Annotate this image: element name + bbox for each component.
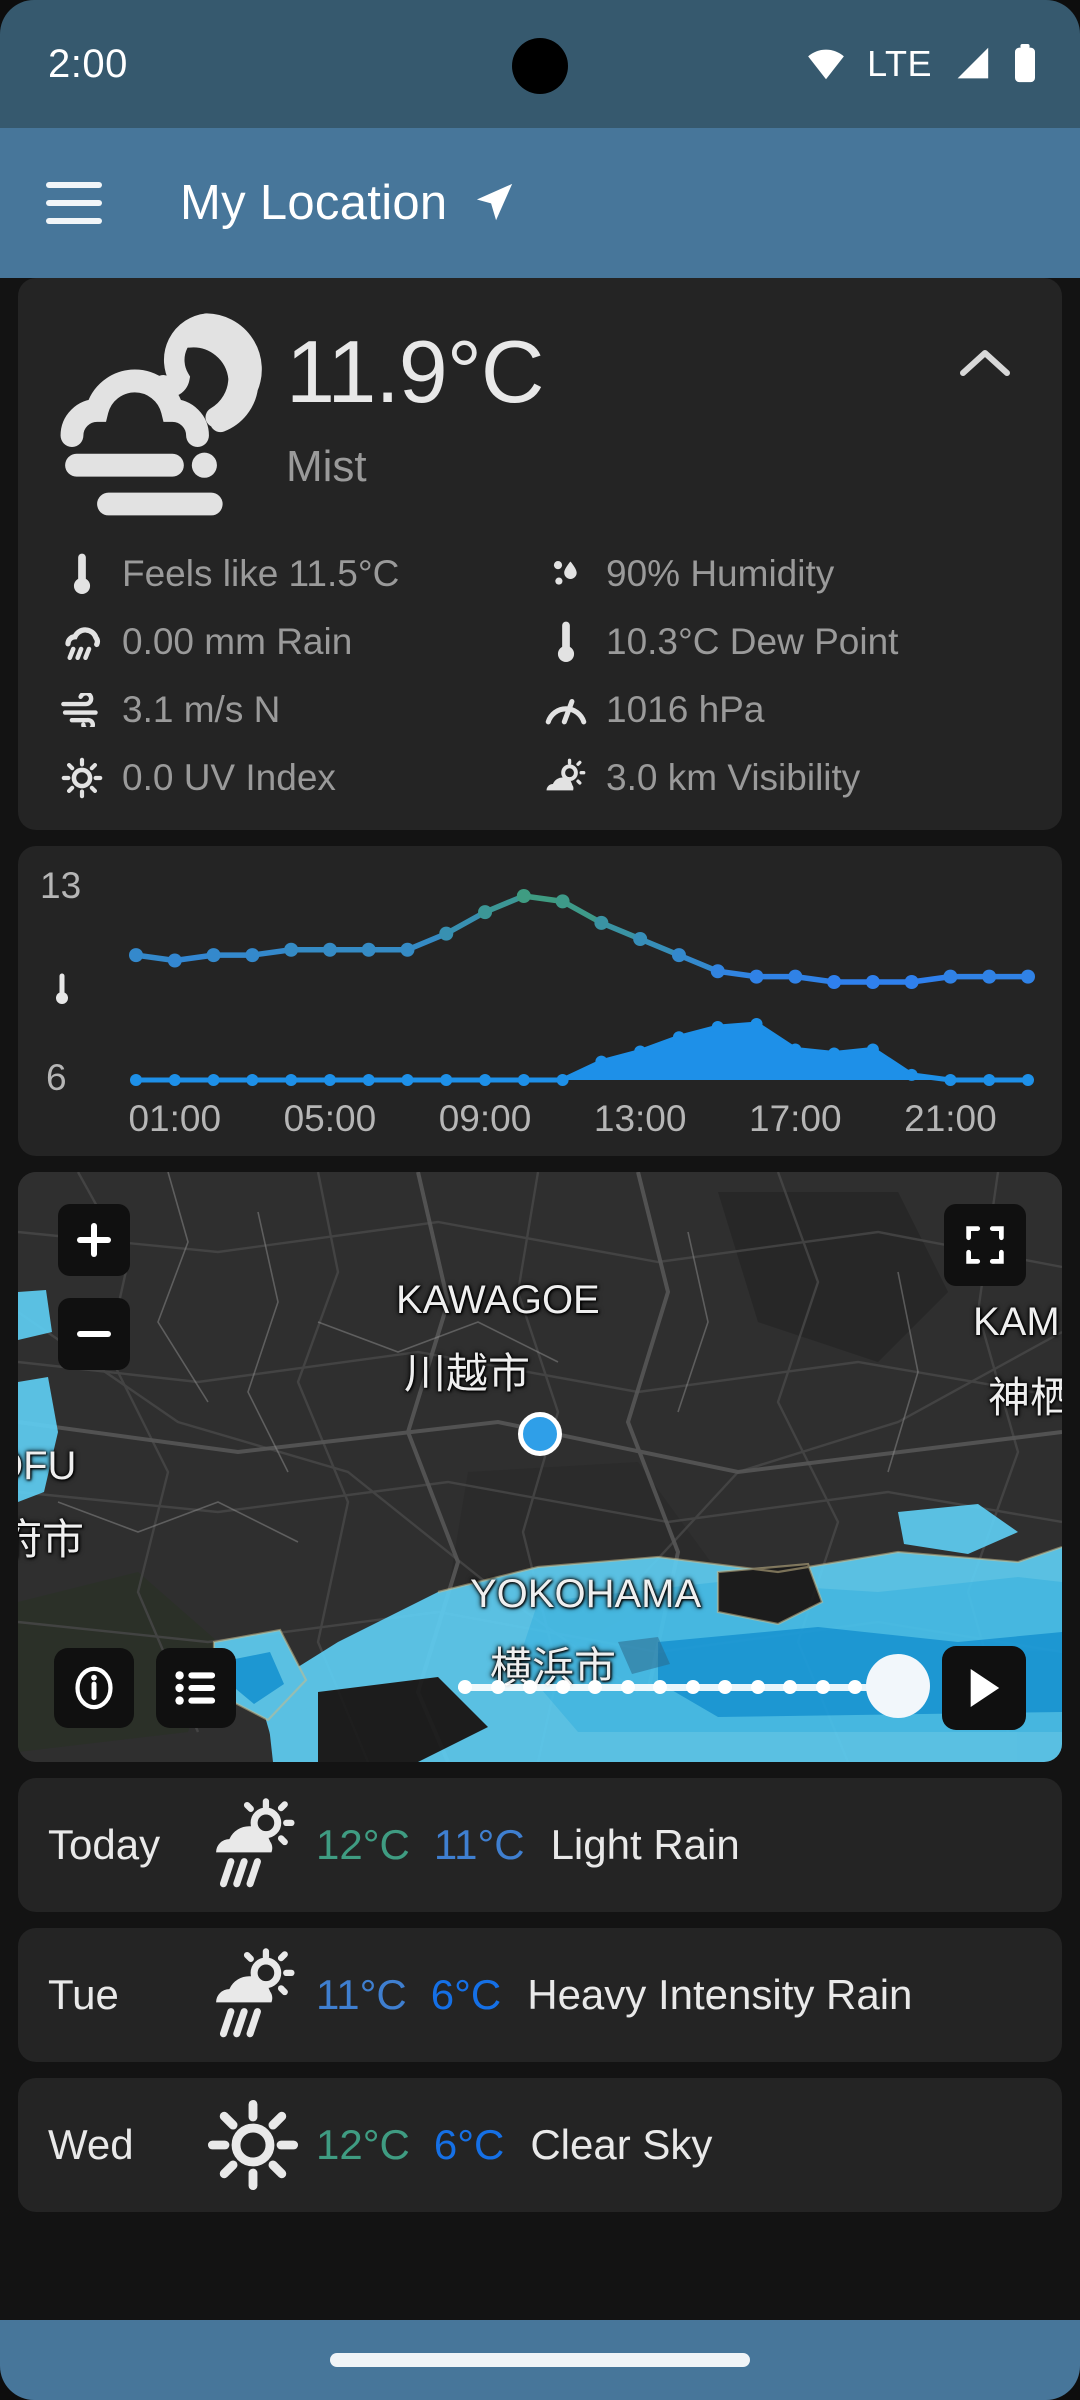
detail-dew-point: 10.3°C Dew Point <box>540 610 1024 674</box>
page-title: My Location <box>180 176 448 230</box>
detail-label: 3.0 km Visibility <box>606 757 861 798</box>
current-temperature: 11.9°C <box>286 322 544 421</box>
forecast-high: 12°C <box>316 2121 410 2168</box>
current-details-grid: Feels like 11.5°C 90% Humidity 0.00 mm R… <box>18 530 1062 814</box>
sun-rain-cloud-icon <box>198 1797 308 1893</box>
detail-label: 3.1 m/s N <box>122 689 281 730</box>
detail-label: 90% Humidity <box>606 553 835 594</box>
wind-icon <box>56 684 108 736</box>
chart-x-tick: 09:00 <box>439 1098 532 1139</box>
forecast-day: Wed <box>48 2121 134 2168</box>
signal-icon <box>952 46 992 82</box>
chevron-up-icon[interactable] <box>954 332 1016 394</box>
current-readout: 11.9°C Mist <box>286 300 544 492</box>
chart-y-min-label: 6 <box>46 1057 67 1098</box>
hourly-chart: 13 6 01:00 05:00 09:00 13:00 17:00 21:00 <box>40 865 1035 1139</box>
map-zoom-in-button[interactable] <box>58 1204 130 1276</box>
info-icon[interactable] <box>54 1648 134 1728</box>
thermometer-icon <box>540 616 592 668</box>
detail-humidity: 90% Humidity <box>540 542 1024 606</box>
chart-x-tick: 21:00 <box>904 1098 997 1139</box>
chart-x-tick: 13:00 <box>594 1098 687 1139</box>
detail-wind: 3.1 m/s N <box>56 678 540 742</box>
forecast-high: 11°C <box>316 1971 407 2018</box>
sun-icon <box>56 752 108 804</box>
gauge-icon <box>540 684 592 736</box>
hourly-chart-card[interactable]: 13 6 01:00 05:00 09:00 13:00 17:00 21:00 <box>18 846 1062 1156</box>
forecast-description: Heavy Intensity Rain <box>527 1971 913 2018</box>
detail-feels-like: Feels like 11.5°C <box>56 542 540 606</box>
battery-icon <box>1012 44 1038 84</box>
status-bar-icons: LTE <box>805 0 1038 128</box>
thermometer-icon <box>56 548 108 600</box>
camera-punch-hole <box>512 38 568 94</box>
navigation-arrow-icon[interactable] <box>470 180 516 226</box>
chart-x-tick: 01:00 <box>128 1098 221 1139</box>
sun-cloud-icon <box>540 752 592 804</box>
play-icon[interactable] <box>942 1646 1026 1730</box>
forecast-low: 11°C <box>433 1821 525 1868</box>
chart-y-axis-thermometer-icon <box>56 973 68 1004</box>
current-location-marker <box>518 1412 562 1456</box>
status-bar: 2:00 LTE <box>0 0 1080 128</box>
forecast-day: Tue <box>48 1971 119 2018</box>
layers-list-icon[interactable] <box>156 1648 236 1728</box>
chart-x-tick: 17:00 <box>749 1098 842 1139</box>
detail-label: 1016 hPa <box>606 689 765 730</box>
network-type-label: LTE <box>867 43 932 84</box>
forecast-description: Light Rain <box>550 1821 740 1868</box>
temperature-line-series <box>129 889 1035 989</box>
night-mist-icon <box>36 300 286 530</box>
radar-map-card[interactable]: KAWAGOE 川越市 KAM 神栖 OFU 府市 YOKOHAMA 横浜市 <box>18 1172 1062 1762</box>
chart-y-max-label: 13 <box>40 865 81 906</box>
detail-rain: 0.00 mm Rain <box>56 610 540 674</box>
chart-x-tick-labels: 01:00 05:00 09:00 13:00 17:00 21:00 <box>128 1098 996 1139</box>
forecast-row-today[interactable]: Today 12°C 11°C Light Rain <box>18 1778 1062 1912</box>
forecast-description: Clear Sky <box>530 2121 713 2168</box>
sun-rain-cloud-icon <box>198 1947 308 2043</box>
detail-label: Feels like 11.5°C <box>122 553 400 594</box>
forecast-day: Today <box>48 1821 161 1868</box>
gesture-pill[interactable] <box>330 2353 750 2367</box>
detail-label: 10.3°C Dew Point <box>606 621 899 662</box>
detail-pressure: 1016 hPa <box>540 678 1024 742</box>
slider-thumb[interactable] <box>866 1654 930 1718</box>
sun-icon <box>198 2097 308 2193</box>
detail-label: 0.0 UV Index <box>122 757 336 798</box>
forecast-high: 12°C <box>316 1821 410 1868</box>
fullscreen-icon[interactable] <box>944 1204 1026 1286</box>
forecast-low: 6°C <box>433 2121 505 2168</box>
current-weather-card[interactable]: 11.9°C Mist Feels like 11.5°C 90% Humidi… <box>18 278 1062 830</box>
rain-cloud-icon <box>56 616 108 668</box>
wifi-icon <box>805 47 847 81</box>
detail-visibility: 3.0 km Visibility <box>540 746 1024 810</box>
current-weather-summary: 11.9°C Mist <box>18 300 1062 530</box>
forecast-row-wed[interactable]: Wed 12°C 6°C Clear Sky <box>18 2078 1062 2212</box>
current-condition: Mist <box>286 442 367 491</box>
hamburger-menu-icon[interactable] <box>46 182 102 224</box>
app-bar: My Location <box>0 128 1080 278</box>
humidity-drops-icon <box>540 548 592 600</box>
status-bar-time: 2:00 <box>48 41 128 86</box>
detail-uv-index: 0.0 UV Index <box>56 746 540 810</box>
chart-x-tick: 05:00 <box>284 1098 377 1139</box>
scroll-content[interactable]: 11.9°C Mist Feels like 11.5°C 90% Humidi… <box>0 278 1080 2320</box>
map-zoom-out-button[interactable] <box>58 1298 130 1370</box>
system-navigation-bar <box>0 2320 1080 2400</box>
radar-time-slider[interactable] <box>458 1654 930 1718</box>
detail-label: 0.00 mm Rain <box>122 621 353 662</box>
forecast-low: 6°C <box>430 1971 502 2018</box>
forecast-row-tue[interactable]: Tue 11°C 6°C Heavy Intensity Rain <box>18 1928 1062 2062</box>
